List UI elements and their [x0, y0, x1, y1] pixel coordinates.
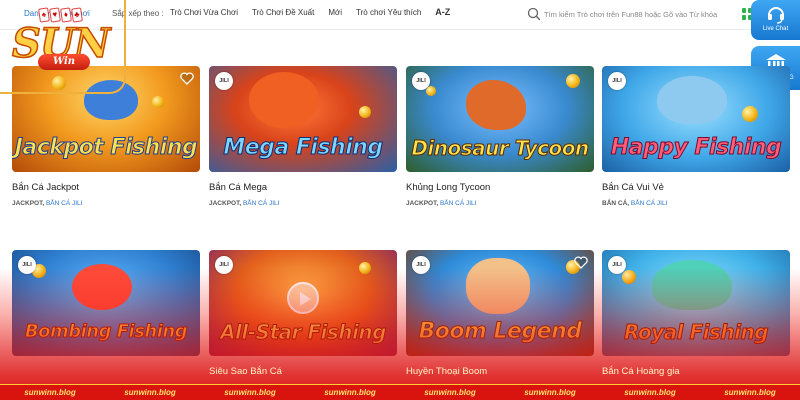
watermark-text: sunwinn.blog: [224, 388, 276, 397]
favorite-heart-icon[interactable]: [179, 70, 195, 86]
game-tags: JACKPOT, BẮN CÁ JILI: [12, 200, 82, 207]
game-card-happy-fishing[interactable]: JILI Happy Fishing: [602, 66, 790, 172]
watermark-text: sunwinn.blog: [624, 388, 676, 397]
game-name[interactable]: Siêu Sao Bắn Cá: [209, 366, 282, 377]
watermark-text: sunwinn.blog: [524, 388, 576, 397]
provider-badge: JILI: [215, 256, 233, 274]
watermark-strip: sunwinn.blog sunwinn.blog sunwinn.blog s…: [0, 384, 800, 400]
game-tags: JACKPOT, BẮN CÁ JILI: [406, 200, 476, 207]
game-name[interactable]: Bắn Cá Hoàng gia: [602, 366, 680, 377]
game-card-royal-fishing[interactable]: JILI Royal Fishing: [602, 250, 790, 356]
play-icon[interactable]: [287, 282, 319, 314]
dinosaur-mascot: [466, 80, 526, 130]
search-input[interactable]: [544, 5, 740, 23]
tag-jackpot[interactable]: JACKPOT,: [406, 200, 438, 207]
headset-icon: [767, 7, 784, 24]
game-title-art: Mega Fishing: [223, 135, 384, 160]
game-name[interactable]: Huyền Thoại Boom: [406, 366, 487, 377]
search-icon[interactable]: [526, 6, 542, 22]
game-card-boom-legend[interactable]: JILI Boom Legend: [406, 250, 594, 356]
tag-jackpot[interactable]: JACKPOT,: [209, 200, 241, 207]
tag-jackpot[interactable]: JACKPOT,: [12, 200, 44, 207]
game-tags: JACKPOT, BẮN CÁ JILI: [209, 200, 279, 207]
favorite-heart-icon[interactable]: [573, 254, 589, 270]
tag-ban-ca-jili[interactable]: BẮN CÁ JILI: [46, 200, 82, 207]
game-name[interactable]: Bắn Cá Mega: [209, 182, 267, 193]
provider-badge: JILI: [608, 256, 626, 274]
logo-script-text: Win: [38, 54, 90, 70]
sort-tab-new[interactable]: Mới: [328, 8, 342, 17]
game-title-art: Boom Legend: [418, 319, 583, 344]
game-title-art: Jackpot Fishing: [14, 135, 198, 160]
watermark-text: sunwinn.blog: [324, 388, 376, 397]
watermark-text: sunwinn.blog: [124, 388, 176, 397]
shark-mascot: [657, 76, 727, 124]
provider-badge: JILI: [412, 72, 430, 90]
game-card-bombing-fishing[interactable]: JILI Bombing Fishing: [12, 250, 200, 356]
sort-tab-favorites[interactable]: Trò chơi Yêu thích: [356, 8, 421, 17]
game-name[interactable]: Bắn Cá Vui Vẻ: [602, 182, 664, 193]
sort-tab-recent[interactable]: Trò Chơi Vừa Chơi: [170, 8, 238, 17]
sunwin-logo: ♠ ♥ ♦ ♣ SUN Win: [0, 0, 126, 94]
game-title-art: Bombing Fishing: [24, 321, 188, 343]
watermark-text: sunwinn.blog: [424, 388, 476, 397]
provider-badge: JILI: [215, 72, 233, 90]
game-name[interactable]: Bắn Cá Jackpot: [12, 182, 79, 193]
game-card-dinosaur-tycoon[interactable]: JILI Dinosaur Tycoon: [406, 66, 594, 172]
provider-badge: JILI: [18, 256, 36, 274]
game-title-art: Happy Fishing: [610, 135, 782, 160]
game-title-art: All-Star Fishing: [220, 320, 387, 345]
sort-tab-recommended[interactable]: Trò Chơi Đề Xuất: [252, 8, 314, 17]
watermark-text: sunwinn.blog: [724, 388, 776, 397]
dragon-mascot: [652, 260, 732, 310]
provider-badge: JILI: [608, 72, 626, 90]
live-chat-button[interactable]: Live Chat: [751, 0, 800, 40]
tag-ban-ca-jili[interactable]: BẮN CÁ JILI: [243, 200, 279, 207]
game-title-art: Royal Fishing: [623, 320, 769, 345]
game-card-mega-fishing[interactable]: JILI Mega Fishing: [209, 66, 397, 172]
sort-tab-az[interactable]: A-Z: [435, 7, 450, 17]
game-title-art: Dinosaur Tycoon: [411, 136, 590, 161]
live-chat-label: Live Chat: [762, 26, 789, 32]
king-mascot: [466, 258, 530, 314]
provider-badge: JILI: [412, 256, 430, 274]
game-card-all-star-fishing[interactable]: JILI All-Star Fishing: [209, 250, 397, 356]
game-tags: BẮN CÁ, BẮN CÁ JILI: [602, 200, 667, 207]
tag-ban-ca[interactable]: BẮN CÁ,: [602, 200, 629, 207]
tag-ban-ca-jili[interactable]: BẮN CÁ JILI: [440, 200, 476, 207]
tag-ban-ca-jili[interactable]: BẮN CÁ JILI: [631, 200, 667, 207]
sort-tabs: Trò Chơi Vừa Chơi Trò Chơi Đề Xuất Mới T…: [170, 7, 450, 17]
watermark-text: sunwinn.blog: [24, 388, 76, 397]
octopus-mascot: [249, 72, 319, 128]
crab-mascot: [72, 264, 132, 310]
game-name[interactable]: Khủng Long Tycoon: [406, 182, 490, 193]
